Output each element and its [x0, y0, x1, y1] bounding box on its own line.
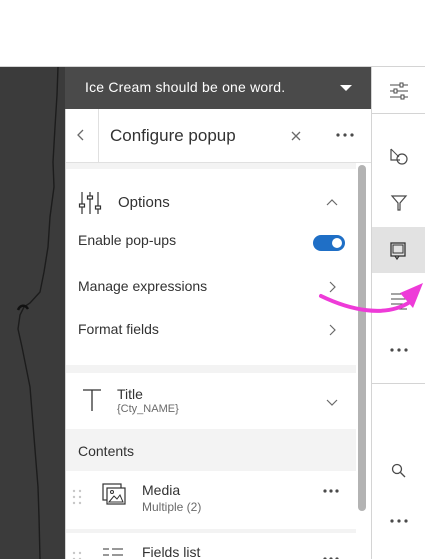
- banner-text: Ice Cream should be one word.: [85, 79, 286, 95]
- title-value: {Cty_NAME}: [117, 403, 179, 415]
- chevron-down-icon[interactable]: [326, 399, 338, 407]
- options-heading[interactable]: Options: [118, 194, 170, 211]
- title-label: Title: [117, 386, 143, 402]
- fields-list-label: Fields list: [142, 544, 201, 559]
- media-icon: [102, 483, 126, 505]
- toggle-knob: [332, 238, 342, 248]
- chevron-left-icon: [77, 129, 84, 141]
- styles-button[interactable]: [372, 133, 425, 179]
- chevron-right-icon[interactable]: [328, 324, 336, 336]
- popup-icon: [390, 242, 406, 261]
- panel-header: Configure popup: [66, 109, 372, 163]
- top-bar: [0, 0, 425, 67]
- panel-scrollbar[interactable]: [358, 165, 366, 511]
- settings-sliders-icon: [390, 82, 408, 100]
- fields-button[interactable]: [372, 277, 425, 323]
- title-section[interactable]: Title {Cty_NAME}: [66, 373, 356, 429]
- panel-content[interactable]: Options Enable pop-ups Manage expression…: [66, 163, 356, 559]
- action-rail: [371, 67, 425, 559]
- search-button[interactable]: [372, 447, 425, 493]
- format-fields-item[interactable]: Format fields: [78, 321, 159, 337]
- title-text-icon: [83, 389, 101, 411]
- more-icon: [390, 348, 408, 352]
- back-button[interactable]: [66, 109, 99, 162]
- filter-icon: [390, 195, 408, 211]
- more-actions-button[interactable]: [372, 326, 425, 372]
- content-item-media[interactable]: Media Multiple (2): [66, 471, 356, 529]
- rail-divider: [372, 383, 425, 384]
- close-icon[interactable]: [288, 128, 304, 144]
- fields-list-icon: [103, 548, 123, 556]
- drag-handle-icon[interactable]: [72, 489, 82, 505]
- properties-button[interactable]: [372, 67, 425, 113]
- content-item-fields-list[interactable]: Fields list: [66, 533, 356, 559]
- filter-button[interactable]: [372, 179, 425, 225]
- more-bottom-button[interactable]: [372, 497, 425, 543]
- media-label: Media: [142, 482, 181, 498]
- chevron-up-icon[interactable]: [326, 198, 338, 206]
- enable-popups-label: Enable pop-ups: [78, 232, 177, 248]
- enable-popups-toggle[interactable]: [313, 235, 345, 251]
- notification-banner: Ice Cream should be one word.: [65, 67, 371, 109]
- configure-popup-button[interactable]: [372, 227, 425, 273]
- options-section: Options Enable pop-ups Manage expression…: [66, 169, 356, 365]
- caret-down-icon[interactable]: [339, 81, 353, 95]
- more-icon[interactable]: [322, 488, 340, 494]
- list-icon: [391, 293, 407, 310]
- more-icon[interactable]: [334, 126, 356, 144]
- drag-handle-icon[interactable]: [72, 551, 82, 559]
- panel-title: Configure popup: [110, 126, 236, 145]
- map-boundary: [16, 67, 59, 559]
- chevron-right-icon[interactable]: [328, 281, 336, 293]
- media-sub: Multiple (2): [142, 500, 202, 514]
- configure-popup-panel: Configure popup Options Enable pop-ups M…: [65, 109, 372, 559]
- map-view[interactable]: [0, 67, 65, 559]
- search-icon: [391, 463, 406, 478]
- manage-expressions-item[interactable]: Manage expressions: [78, 278, 207, 294]
- more-icon: [390, 519, 408, 523]
- sliders-icon: [78, 192, 102, 214]
- shapes-icon: [390, 148, 408, 165]
- contents-heading: Contents: [78, 443, 135, 459]
- rail-divider: [372, 113, 425, 114]
